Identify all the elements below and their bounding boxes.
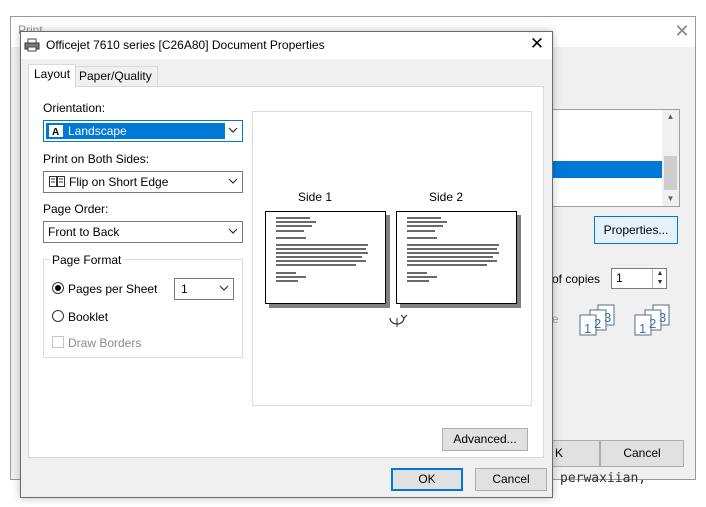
chevron-down-icon [228, 178, 238, 184]
tab-paper-quality[interactable]: Paper/Quality [73, 66, 158, 86]
side-1-label: Side 1 [298, 190, 333, 204]
page-format-title: Page Format [50, 253, 124, 267]
page-order-label: Page Order: [43, 202, 109, 216]
collate-label: e [552, 312, 559, 326]
printer-list[interactable] [552, 109, 680, 207]
draw-borders-checkbox[interactable] [52, 336, 64, 348]
orientation-label: Orientation: [43, 101, 106, 115]
svg-text:1: 1 [584, 321, 591, 336]
printer-icon [24, 38, 40, 52]
preview-sheet-side-2 [396, 211, 517, 304]
collate-pages-icon: 1 2 3 [579, 304, 615, 336]
print-ok-button[interactable]: K [552, 440, 600, 467]
print-cancel-button[interactable]: Cancel [600, 440, 684, 467]
cancel-button[interactable]: Cancel [475, 468, 547, 491]
svg-text:2: 2 [649, 316, 656, 331]
scroll-thumb[interactable] [664, 156, 677, 190]
chevron-down-icon [219, 285, 229, 291]
props-dialog-title: Officejet 7610 series [C26A80] Document … [46, 38, 325, 52]
both-sides-label: Print on Both Sides: [43, 152, 150, 166]
draw-borders-label: Draw Borders [68, 336, 142, 350]
page-order-select[interactable]: Front to Back [43, 221, 243, 243]
flip-arrow-icon [389, 314, 408, 327]
scroll-up-icon[interactable]: ▲ [662, 112, 679, 121]
pages-per-sheet-value: 1 [181, 282, 188, 296]
pages-per-sheet-radio[interactable] [52, 282, 64, 294]
printer-list-scrollbar[interactable]: ▲ ▼ [662, 110, 679, 206]
close-icon[interactable]: ✕ [527, 35, 547, 55]
pages-per-sheet-label: Pages per Sheet [68, 282, 158, 296]
preview-sheet-side-1 [265, 211, 386, 304]
orientation-value: Landscape [68, 124, 127, 138]
ok-button[interactable]: OK [391, 468, 463, 491]
tab-layout[interactable]: Layout [28, 64, 77, 87]
stepper-up-icon[interactable]: ▲ [653, 269, 667, 278]
page-order-value: Front to Back [48, 225, 120, 239]
scroll-down-icon[interactable]: ▼ [662, 194, 679, 203]
stepper-down-icon[interactable]: ▼ [653, 278, 667, 287]
booklet-radio[interactable] [52, 310, 64, 322]
copies-stepper[interactable]: ▲ ▼ [652, 269, 667, 288]
chevron-down-icon [228, 127, 238, 133]
svg-text:2: 2 [594, 316, 601, 331]
both-sides-value: Flip on Short Edge [69, 175, 169, 189]
side-2-label: Side 2 [429, 190, 464, 204]
properties-button[interactable]: Properties... [594, 216, 678, 244]
collate-pages-icon-2: 1 2 3 [634, 304, 670, 336]
svg-text:3: 3 [659, 310, 666, 325]
printer-list-selected-item[interactable] [553, 161, 663, 178]
svg-text:3: 3 [604, 310, 611, 325]
landscape-page-icon: A [49, 125, 63, 137]
booklet-label: Booklet [68, 310, 109, 324]
both-sides-select[interactable]: Flip on Short Edge [43, 171, 243, 193]
advanced-button[interactable]: Advanced... [442, 428, 528, 451]
print-close-icon[interactable]: ✕ [672, 22, 692, 42]
svg-text:A: A [52, 127, 59, 137]
book-flip-icon [49, 176, 65, 187]
chevron-down-icon [228, 228, 238, 234]
pages-per-sheet-select[interactable]: 1 [174, 278, 234, 300]
orientation-select[interactable]: A Landscape [43, 120, 243, 142]
number-of-copies-label: of copies [552, 272, 601, 286]
svg-text:1: 1 [639, 321, 646, 336]
background-document-text: perwaxiian, [560, 471, 647, 486]
